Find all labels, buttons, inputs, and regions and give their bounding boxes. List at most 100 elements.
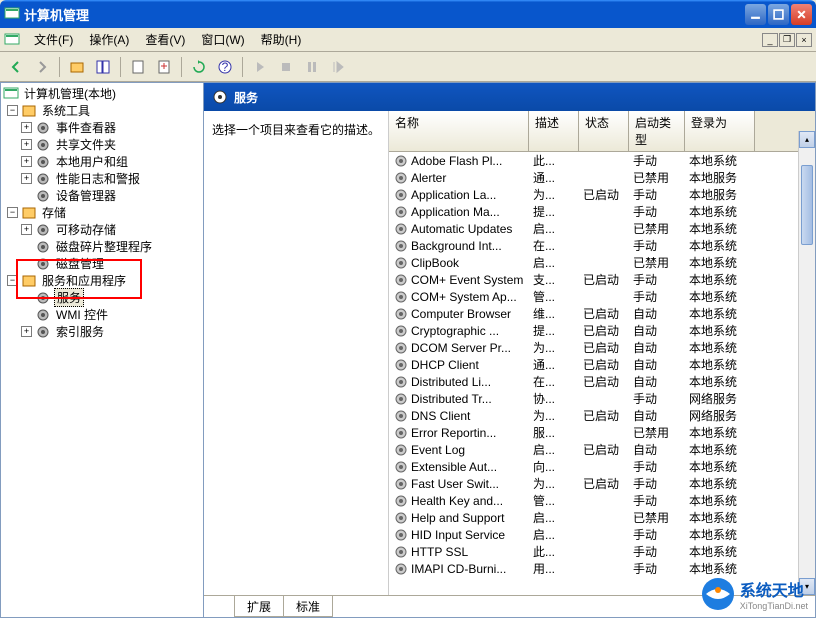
services-list[interactable]: 名称 描述 状态 启动类型 登录为 Adobe Flash Pl...此...手… xyxy=(389,111,815,595)
service-row[interactable]: COM+ System Ap...管...手动本地系统 xyxy=(389,288,815,305)
tree-group[interactable]: −存储 xyxy=(3,204,201,221)
back-button[interactable] xyxy=(4,55,28,79)
svc-logon: 本地系统 xyxy=(685,271,755,288)
export-button[interactable] xyxy=(152,55,176,79)
panel-header: 服务 xyxy=(204,83,815,111)
svc-name: DCOM Server Pr... xyxy=(389,340,529,356)
col-logon[interactable]: 登录为 xyxy=(685,111,755,151)
svc-startup: 手动 xyxy=(629,492,685,509)
service-row[interactable]: COM+ Event System支...已启动手动本地系统 xyxy=(389,271,815,288)
tree-item[interactable]: +事件查看器 xyxy=(3,119,201,136)
service-row[interactable]: Cryptographic ...提...已启动自动本地系统 xyxy=(389,322,815,339)
tab-extended[interactable]: 扩展 xyxy=(234,596,284,617)
show-hide-button[interactable] xyxy=(91,55,115,79)
col-status[interactable]: 状态 xyxy=(579,111,629,151)
svc-logon: 本地系统 xyxy=(685,373,755,390)
forward-button[interactable] xyxy=(30,55,54,79)
service-row[interactable]: Error Reportin...服...已禁用本地系统 xyxy=(389,424,815,441)
tree-item[interactable]: +本地用户和组 xyxy=(3,153,201,170)
tree-toggle[interactable]: + xyxy=(21,156,32,167)
col-startup[interactable]: 启动类型 xyxy=(629,111,685,151)
service-row[interactable]: ClipBook启...已禁用本地系统 xyxy=(389,254,815,271)
service-row[interactable]: HTTP SSL此...手动本地系统 xyxy=(389,543,815,560)
tree-item[interactable]: +共享文件夹 xyxy=(3,136,201,153)
service-row[interactable]: DNS Client为...已启动自动网络服务 xyxy=(389,407,815,424)
service-row[interactable]: Adobe Flash Pl...此...手动本地系统 xyxy=(389,152,815,169)
properties-button[interactable] xyxy=(126,55,150,79)
maximize-button[interactable] xyxy=(768,4,789,25)
service-icon xyxy=(393,425,409,441)
mdi-icon xyxy=(4,32,20,48)
refresh-button[interactable] xyxy=(187,55,211,79)
service-row[interactable]: Application Ma...提...手动本地系统 xyxy=(389,203,815,220)
svc-startup: 自动 xyxy=(629,339,685,356)
play-button[interactable] xyxy=(248,55,272,79)
service-row[interactable]: DHCP Client通...已启动自动本地系统 xyxy=(389,356,815,373)
service-row[interactable]: Fast User Swit...为...已启动手动本地系统 xyxy=(389,475,815,492)
tree-toggle[interactable]: + xyxy=(21,122,32,133)
menu-window[interactable]: 窗口(W) xyxy=(193,29,252,50)
tree-toggle[interactable]: + xyxy=(21,173,32,184)
mdi-minimize-button[interactable]: _ xyxy=(762,33,778,47)
service-row[interactable]: Distributed Tr...协...手动网络服务 xyxy=(389,390,815,407)
help-button[interactable]: ? xyxy=(213,55,237,79)
mdi-close-button[interactable]: × xyxy=(796,33,812,47)
service-row[interactable]: Alerter通...已禁用本地服务 xyxy=(389,169,815,186)
service-row[interactable]: HID Input Service启...手动本地系统 xyxy=(389,526,815,543)
tree-item[interactable]: WMI 控件 xyxy=(3,306,201,323)
svc-desc: 此... xyxy=(529,152,579,169)
svc-desc: 维... xyxy=(529,305,579,322)
service-row[interactable]: Application La...为...已启动手动本地服务 xyxy=(389,186,815,203)
service-icon xyxy=(393,442,409,458)
service-row[interactable]: Extensible Aut...向...手动本地系统 xyxy=(389,458,815,475)
pause-button[interactable] xyxy=(300,55,324,79)
scroll-thumb[interactable] xyxy=(801,165,813,245)
tree-item[interactable]: +可移动存储 xyxy=(3,221,201,238)
svc-desc: 通... xyxy=(529,169,579,186)
tree-group[interactable]: −系统工具 xyxy=(3,102,201,119)
service-icon xyxy=(393,374,409,390)
tree-toggle[interactable]: − xyxy=(7,207,18,218)
close-button[interactable] xyxy=(791,4,812,25)
menu-view[interactable]: 查看(V) xyxy=(137,29,193,50)
service-row[interactable]: Event Log启...已启动自动本地系统 xyxy=(389,441,815,458)
tree-item[interactable]: 设备管理器 xyxy=(3,187,201,204)
svc-logon: 本地系统 xyxy=(685,288,755,305)
service-row[interactable]: Background Int...在...手动本地系统 xyxy=(389,237,815,254)
menu-action[interactable]: 操作(A) xyxy=(81,29,137,50)
vertical-scrollbar[interactable]: ▴ ▾ xyxy=(798,131,815,595)
tree-item[interactable]: +性能日志和警报 xyxy=(3,170,201,187)
gear-icon xyxy=(35,120,51,136)
tree-toggle[interactable]: − xyxy=(7,105,18,116)
description-prompt: 选择一个项目来查看它的描述。 xyxy=(212,121,380,138)
tab-standard[interactable]: 标准 xyxy=(283,596,333,617)
restart-button[interactable] xyxy=(326,55,350,79)
tree-toggle[interactable]: + xyxy=(21,224,32,235)
tree-toggle[interactable]: + xyxy=(21,326,32,337)
minimize-button[interactable] xyxy=(745,4,766,25)
tree-panel[interactable]: 计算机管理(本地) −系统工具+事件查看器+共享文件夹+本地用户和组+性能日志和… xyxy=(0,82,204,618)
tree-toggle[interactable]: + xyxy=(21,139,32,150)
service-row[interactable]: IMAPI CD-Burni...用...手动本地系统 xyxy=(389,560,815,577)
up-button[interactable] xyxy=(65,55,89,79)
service-row[interactable]: Distributed Li...在...已启动自动本地系统 xyxy=(389,373,815,390)
tree-item[interactable]: +索引服务 xyxy=(3,323,201,340)
gear-icon xyxy=(35,137,51,153)
service-row[interactable]: Help and Support启...已禁用本地系统 xyxy=(389,509,815,526)
service-row[interactable]: Automatic Updates启...已禁用本地系统 xyxy=(389,220,815,237)
service-icon xyxy=(393,153,409,169)
stop-button[interactable] xyxy=(274,55,298,79)
menu-help[interactable]: 帮助(H) xyxy=(253,29,310,50)
col-desc[interactable]: 描述 xyxy=(529,111,579,151)
tree-root[interactable]: 计算机管理(本地) xyxy=(3,85,201,102)
scroll-up-button[interactable]: ▴ xyxy=(799,131,815,148)
service-row[interactable]: Health Key and...管...手动本地系统 xyxy=(389,492,815,509)
col-name[interactable]: 名称 xyxy=(389,111,529,151)
tree-item-label: 磁盘碎片整理程序 xyxy=(54,238,154,255)
menu-file[interactable]: 文件(F) xyxy=(26,29,81,50)
tree-item[interactable]: 磁盘碎片整理程序 xyxy=(3,238,201,255)
mdi-restore-button[interactable]: ❐ xyxy=(779,33,795,47)
service-row[interactable]: Computer Browser维...已启动自动本地系统 xyxy=(389,305,815,322)
service-row[interactable]: DCOM Server Pr...为...已启动自动本地系统 xyxy=(389,339,815,356)
service-icon xyxy=(393,289,409,305)
